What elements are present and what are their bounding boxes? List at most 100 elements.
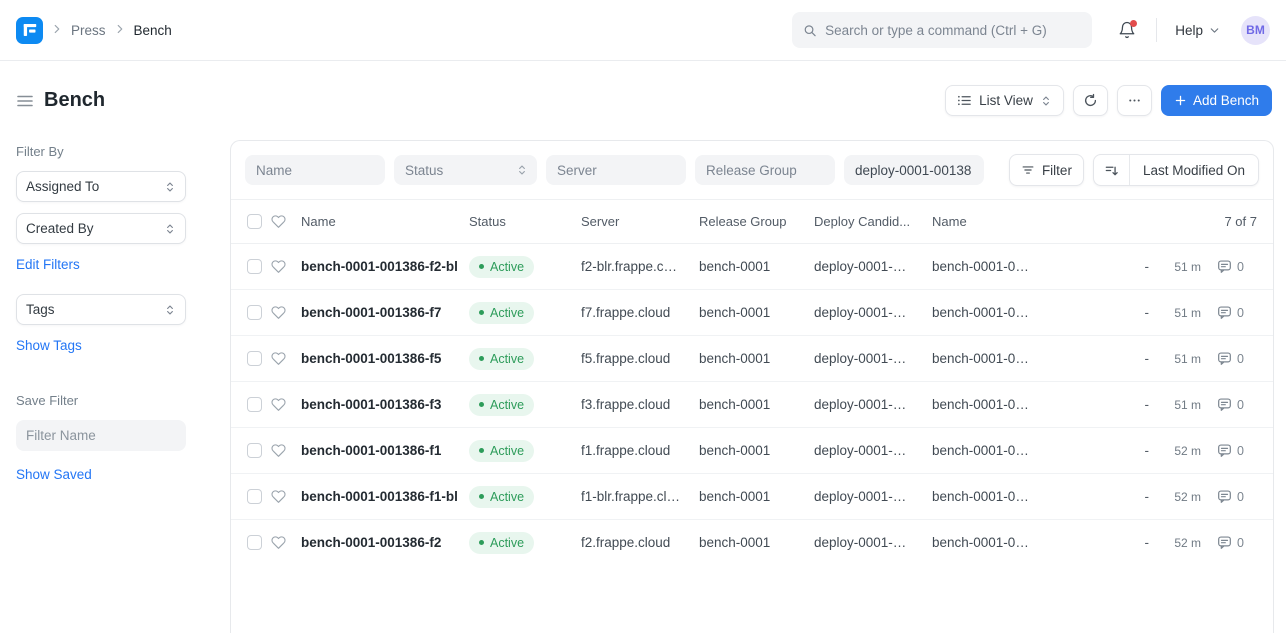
list-filter-row: Status Filter Last Modified On	[231, 141, 1273, 199]
notifications-button[interactable]	[1118, 21, 1136, 39]
refresh-button[interactable]	[1073, 85, 1108, 116]
filter-sidebar: Filter By Assigned To Created By Edit Fi…	[0, 140, 230, 496]
created-by-select[interactable]: Created By	[16, 213, 186, 244]
table-row[interactable]: bench-0001-001386-f7 Active f7.frappe.cl…	[231, 289, 1273, 335]
breadcrumb-press[interactable]: Press	[71, 23, 106, 38]
table-row[interactable]: bench-0001-001386-f2-blr Active f2-blr.f…	[231, 243, 1273, 289]
tags-select[interactable]: Tags	[16, 294, 186, 325]
bench-title-cell: bench-0001-0…	[932, 489, 1109, 504]
table-row[interactable]: bench-0001-001386-f1 Active f1.frappe.cl…	[231, 427, 1273, 473]
bench-name-cell[interactable]: bench-0001-001386-f7	[301, 305, 457, 320]
filter-button[interactable]: Filter	[1009, 154, 1084, 186]
table-row[interactable]: bench-0001-001386-f2 Active f2.frappe.cl…	[231, 519, 1273, 565]
show-saved-link[interactable]: Show Saved	[16, 467, 92, 482]
status-dot-icon	[479, 494, 484, 499]
column-header-deploy-candidate[interactable]: Deploy Candid...	[814, 214, 932, 229]
row-checkbox[interactable]	[247, 305, 262, 320]
deploy-candidate-filter-input[interactable]	[844, 155, 984, 185]
assignee-cell: -	[1145, 259, 1150, 274]
release-group-cell: bench-0001	[699, 535, 814, 550]
chevron-right-icon	[113, 21, 127, 39]
row-checkbox[interactable]	[247, 443, 262, 458]
release-group-cell: bench-0001	[699, 397, 814, 412]
select-arrows-icon	[516, 164, 528, 176]
filter-name-input[interactable]	[16, 420, 186, 451]
bench-title-cell: bench-0001-0…	[932, 259, 1109, 274]
frappe-logo[interactable]	[16, 17, 43, 44]
row-checkbox[interactable]	[247, 397, 262, 412]
chevron-down-icon	[1208, 24, 1221, 37]
table-row[interactable]: bench-0001-001386-f1-blr Active f1-blr.f…	[231, 473, 1273, 519]
assignee-cell: -	[1145, 351, 1150, 366]
more-options-button[interactable]	[1117, 85, 1152, 116]
comment-count: 0	[1237, 306, 1244, 320]
tags-label: Tags	[26, 302, 55, 317]
top-navigation-bar: Press Bench Help BM	[0, 0, 1286, 61]
select-arrows-icon	[164, 223, 176, 235]
favorite-heart-icon[interactable]	[271, 259, 301, 274]
name-filter-input[interactable]	[245, 155, 385, 185]
bench-name-cell[interactable]: bench-0001-001386-f2	[301, 535, 457, 550]
select-all-checkbox[interactable]	[247, 214, 262, 229]
status-dot-icon	[479, 540, 484, 545]
comments-cell: 0	[1201, 351, 1257, 366]
filter-lines-icon	[1021, 163, 1035, 177]
assigned-to-select[interactable]: Assigned To	[16, 171, 186, 202]
column-header-name-2[interactable]: Name	[932, 214, 1109, 229]
page-title: Bench	[44, 89, 105, 112]
bench-name-cell[interactable]: bench-0001-001386-f1	[301, 443, 457, 458]
assignee-cell: -	[1145, 535, 1150, 550]
edit-filters-link[interactable]: Edit Filters	[16, 257, 80, 272]
favorite-heart-icon[interactable]	[271, 489, 301, 504]
user-avatar[interactable]: BM	[1241, 16, 1270, 45]
table-row[interactable]: bench-0001-001386-f3 Active f3.frappe.cl…	[231, 381, 1273, 427]
status-dot-icon	[479, 448, 484, 453]
status-filter-select[interactable]: Status	[394, 155, 537, 185]
release-group-cell: bench-0001	[699, 489, 814, 504]
show-tags-link[interactable]: Show Tags	[16, 338, 82, 353]
list-view-icon	[957, 93, 972, 108]
modified-time-cell: 51 m	[1174, 352, 1201, 366]
deploy-candidate-cell: deploy-0001-…	[814, 443, 932, 458]
favorite-heart-icon[interactable]	[271, 351, 301, 366]
add-bench-label: Add Bench	[1193, 93, 1259, 108]
row-checkbox[interactable]	[247, 351, 262, 366]
row-checkbox[interactable]	[247, 535, 262, 550]
release-group-filter-input[interactable]	[695, 155, 835, 185]
server-filter-input[interactable]	[546, 155, 686, 185]
comments-cell: 0	[1201, 305, 1257, 320]
breadcrumb-bench[interactable]: Bench	[134, 23, 172, 38]
bench-name-cell[interactable]: bench-0001-001386-f1-blr	[301, 489, 457, 504]
column-header-name[interactable]: Name	[301, 214, 469, 229]
select-arrows-icon	[164, 304, 176, 316]
column-header-release-group[interactable]: Release Group	[699, 214, 814, 229]
bench-name-cell[interactable]: bench-0001-001386-f5	[301, 351, 457, 366]
search-input[interactable]	[825, 23, 1081, 38]
global-search[interactable]	[792, 12, 1092, 48]
column-header-status[interactable]: Status	[469, 214, 581, 229]
table-row[interactable]: bench-0001-001386-f5 Active f5.frappe.cl…	[231, 335, 1273, 381]
view-switcher-button[interactable]: List View	[945, 85, 1064, 116]
help-menu[interactable]: Help	[1175, 23, 1221, 38]
table-header-row: Name Status Server Release Group Deploy …	[231, 199, 1273, 243]
server-cell: f7.frappe.cloud	[581, 305, 699, 320]
status-badge: Active	[469, 348, 534, 370]
favorite-heart-icon[interactable]	[271, 397, 301, 412]
status-badge: Active	[469, 440, 534, 462]
status-cell: Active	[469, 256, 581, 278]
favorite-heart-icon[interactable]	[271, 443, 301, 458]
add-bench-button[interactable]: Add Bench	[1161, 85, 1272, 116]
comment-icon	[1217, 443, 1232, 458]
sort-field-button[interactable]: Last Modified On	[1129, 155, 1258, 185]
bench-title-cell: bench-0001-0…	[932, 305, 1109, 320]
row-checkbox[interactable]	[247, 489, 262, 504]
bench-name-cell[interactable]: bench-0001-001386-f2-blr	[301, 259, 457, 274]
favorite-heart-icon[interactable]	[271, 535, 301, 550]
column-header-server[interactable]: Server	[581, 214, 699, 229]
sidebar-toggle-button[interactable]	[16, 92, 34, 110]
comments-cell: 0	[1201, 259, 1257, 274]
sort-direction-button[interactable]	[1094, 155, 1129, 185]
row-checkbox[interactable]	[247, 259, 262, 274]
bench-name-cell[interactable]: bench-0001-001386-f3	[301, 397, 457, 412]
favorite-heart-icon[interactable]	[271, 305, 301, 320]
